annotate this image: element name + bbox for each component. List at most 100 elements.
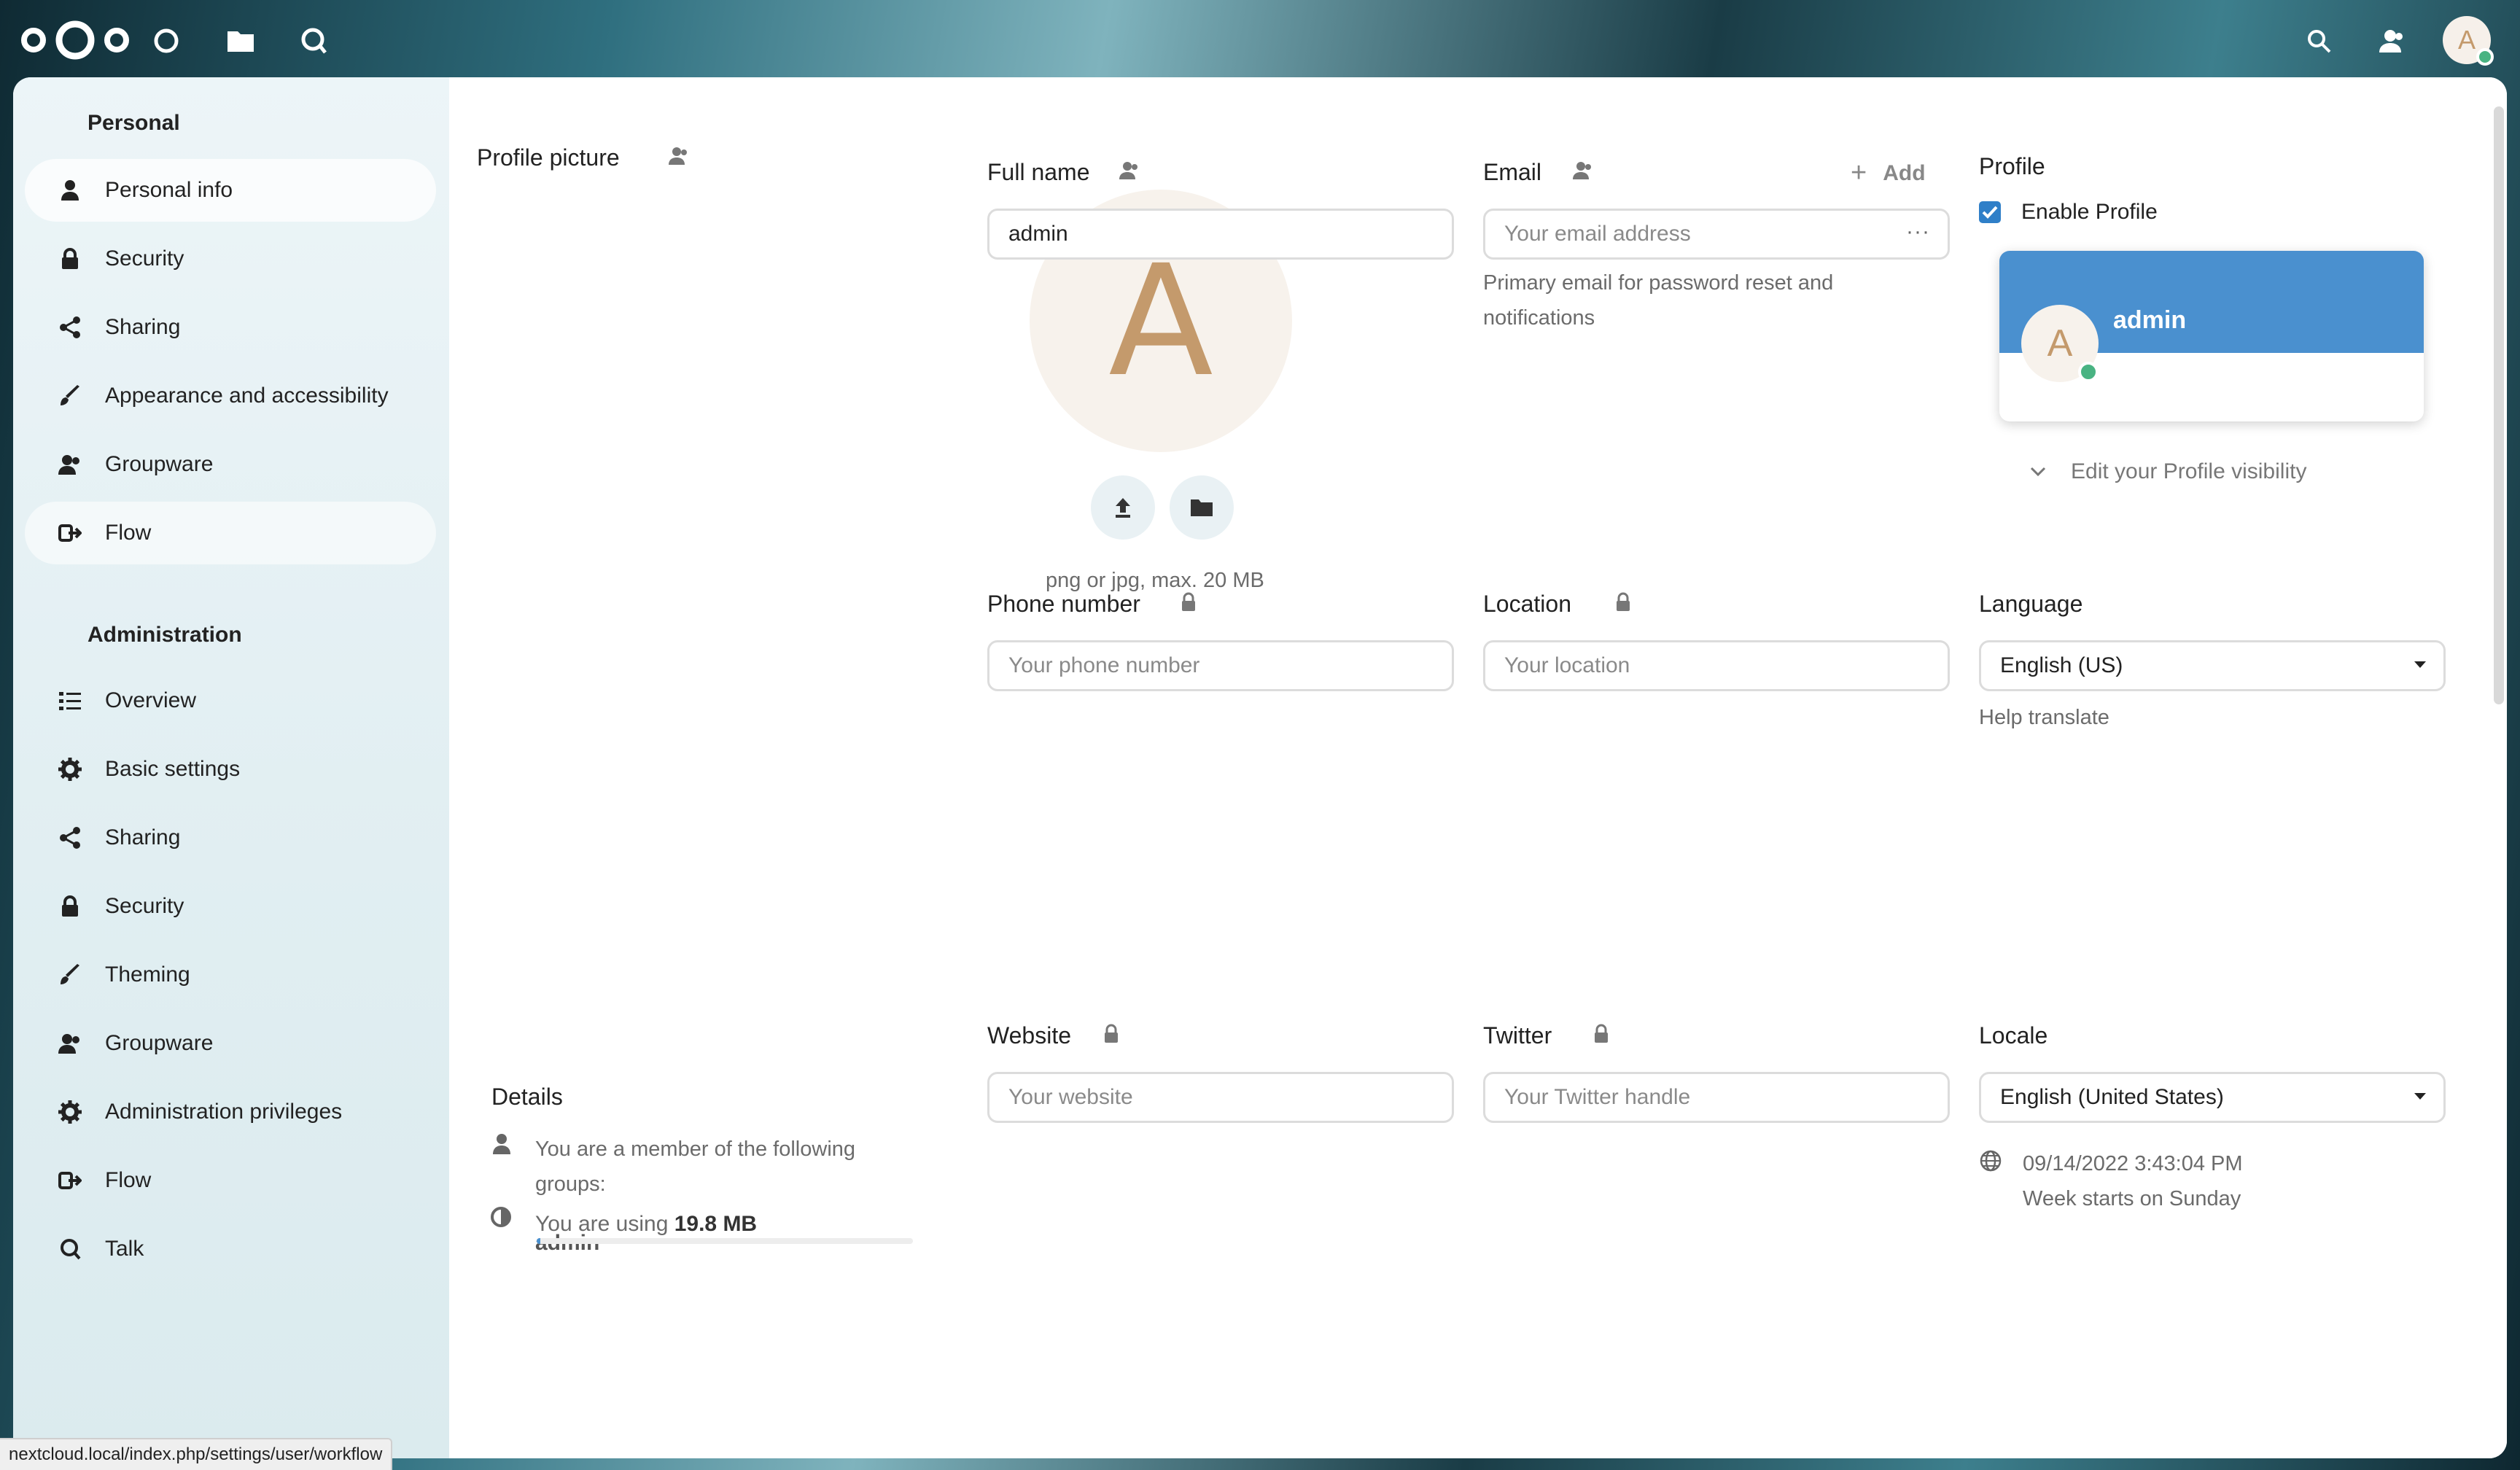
profile-picture-label: Profile picture xyxy=(477,144,620,171)
website-label: Website xyxy=(987,1022,1072,1049)
sidebar-item-administration-privileges[interactable]: Administration privileges xyxy=(25,1081,436,1143)
email-hint: Primary email for password reset and not… xyxy=(1483,271,1834,330)
sidebar-item-security[interactable]: Security xyxy=(25,228,436,290)
twitter-label: Twitter xyxy=(1483,1022,1552,1049)
visibility-icon[interactable] xyxy=(668,146,688,166)
enable-profile-checkbox[interactable] xyxy=(1979,201,2001,223)
visibility-icon[interactable] xyxy=(1119,160,1139,181)
language-select[interactable]: English (US) xyxy=(1979,640,2446,691)
help-translate-link[interactable]: Help translate xyxy=(1979,700,2109,735)
sidebar-item-label: Security xyxy=(105,246,184,271)
sidebar-item-label: Theming xyxy=(105,962,190,987)
sidebar-item-label: Sharing xyxy=(105,315,181,339)
talk-icon[interactable] xyxy=(298,25,330,57)
locale-select[interactable]: English (United States) xyxy=(1979,1072,2446,1123)
location-label: Location xyxy=(1483,591,1571,617)
email-input[interactable]: Your email address ··· xyxy=(1483,209,1950,260)
lock-icon[interactable] xyxy=(1613,592,1633,612)
sidebar-item-label: Flow xyxy=(105,1168,152,1192)
sidebar-item-flow[interactable]: Flow xyxy=(25,502,436,564)
edit-profile-visibility-button[interactable]: Edit your Profile visibility xyxy=(2030,459,2306,484)
sidebar-item-admin-flow[interactable]: Flow xyxy=(25,1149,436,1212)
caret-down-icon xyxy=(2414,1093,2426,1100)
files-icon[interactable] xyxy=(225,25,257,57)
storage-pie-icon xyxy=(491,1207,511,1227)
storage-usage-text: You are using 19.8 MB xyxy=(535,1212,757,1237)
twitter-input[interactable]: Your Twitter handle xyxy=(1483,1072,1950,1123)
usage-value: 19.8 MB xyxy=(674,1212,758,1236)
sidebar-item-personal-info[interactable]: Personal info xyxy=(25,159,436,222)
sidebar-item-overview[interactable]: Overview xyxy=(25,669,436,732)
sidebar-item-label: Personal info xyxy=(105,178,233,202)
groups-membership-text: You are a member of the following groups… xyxy=(535,1138,856,1196)
full-name-value: admin xyxy=(1008,222,1068,246)
personal-info-content: Profile picture A png or jpg, max. 20 MB… xyxy=(449,77,2507,1458)
sidebar-item-label: Groupware xyxy=(105,452,214,476)
pick-avatar-from-files-button[interactable] xyxy=(1170,475,1234,540)
gear-icon xyxy=(54,753,86,785)
chevron-down-icon xyxy=(2030,467,2046,477)
sidebar-item-talk[interactable]: Talk xyxy=(25,1218,436,1280)
email-placeholder: Your email address xyxy=(1504,222,1691,246)
sidebar-item-admin-sharing[interactable]: Sharing xyxy=(25,806,436,869)
phone-input[interactable]: Your phone number xyxy=(987,640,1454,691)
usage-prefix: You are using xyxy=(535,1212,669,1236)
enable-profile-label[interactable]: Enable Profile xyxy=(2021,200,2158,225)
gear-icon xyxy=(54,1096,86,1128)
more-options-icon[interactable]: ··· xyxy=(1906,219,1930,244)
lock-icon[interactable] xyxy=(1178,592,1199,612)
content-scrollbar[interactable] xyxy=(2494,106,2504,704)
check-icon xyxy=(1982,206,1998,219)
search-icon[interactable] xyxy=(2301,23,2336,58)
settings-window: Personal Personal info Security Sharing … xyxy=(13,77,2507,1458)
browser-status-bar: nextcloud.local/index.php/settings/user/… xyxy=(0,1438,393,1470)
contacts-icon[interactable] xyxy=(2374,23,2409,58)
globe-icon xyxy=(1980,1150,2002,1172)
nextcloud-logo[interactable] xyxy=(19,18,131,63)
lock-icon xyxy=(54,243,86,275)
website-placeholder: Your website xyxy=(1008,1085,1133,1109)
flow-icon xyxy=(54,1164,86,1197)
status-url: nextcloud.local/index.php/settings/user/… xyxy=(9,1444,383,1464)
sidebar-item-label: Appearance and accessibility xyxy=(105,384,389,408)
sidebar-item-admin-security[interactable]: Security xyxy=(25,875,436,938)
lock-icon[interactable] xyxy=(1101,1024,1121,1044)
visibility-icon[interactable] xyxy=(1572,160,1592,181)
storage-usage-fill xyxy=(537,1238,541,1244)
locale-value: English (United States) xyxy=(2000,1085,2224,1109)
website-input[interactable]: Your website xyxy=(987,1072,1454,1123)
profile-label: Profile xyxy=(1979,153,2045,179)
profile-card-avatar: A xyxy=(2021,305,2099,382)
list-icon xyxy=(54,685,86,717)
sidebar-item-sharing[interactable]: Sharing xyxy=(25,296,436,359)
sidebar-item-groupware[interactable]: Groupware xyxy=(25,433,436,496)
language-label: Language xyxy=(1979,591,2083,617)
location-placeholder: Your location xyxy=(1504,653,1630,677)
sidebar-item-label: Groupware xyxy=(105,1031,214,1055)
sidebar-item-theming[interactable]: Theming xyxy=(25,944,436,1006)
twitter-placeholder: Your Twitter handle xyxy=(1504,1085,1691,1109)
administration-section-title: Administration xyxy=(88,623,242,647)
location-input[interactable]: Your location xyxy=(1483,640,1950,691)
sidebar-item-label: Basic settings xyxy=(105,757,241,781)
sidebar-item-basic-settings[interactable]: Basic settings xyxy=(25,738,436,801)
settings-sidebar: Personal Personal info Security Sharing … xyxy=(13,77,449,1458)
upload-avatar-button[interactable] xyxy=(1091,475,1155,540)
lock-icon[interactable] xyxy=(1591,1024,1611,1044)
profile-card-name: admin xyxy=(2113,306,2187,334)
lock-icon xyxy=(54,890,86,922)
sidebar-item-appearance[interactable]: Appearance and accessibility xyxy=(25,365,436,427)
share-icon xyxy=(54,822,86,854)
add-email-button[interactable]: + Add xyxy=(1851,158,1926,189)
details-label: Details xyxy=(491,1084,563,1110)
user-avatar[interactable]: A xyxy=(2443,16,2494,66)
dashboard-icon[interactable] xyxy=(150,25,182,57)
profile-preview-card[interactable]: A admin xyxy=(1999,251,2424,421)
storage-usage-bar xyxy=(537,1238,913,1244)
locale-datetime: 09/14/2022 3:43:04 PM xyxy=(2023,1152,2243,1175)
full-name-input[interactable]: admin xyxy=(987,209,1454,260)
sidebar-item-admin-groupware[interactable]: Groupware xyxy=(25,1012,436,1075)
language-value: English (US) xyxy=(2000,653,2123,677)
sidebar-item-label: Administration privileges xyxy=(105,1100,343,1124)
personal-section-title: Personal xyxy=(88,111,180,135)
